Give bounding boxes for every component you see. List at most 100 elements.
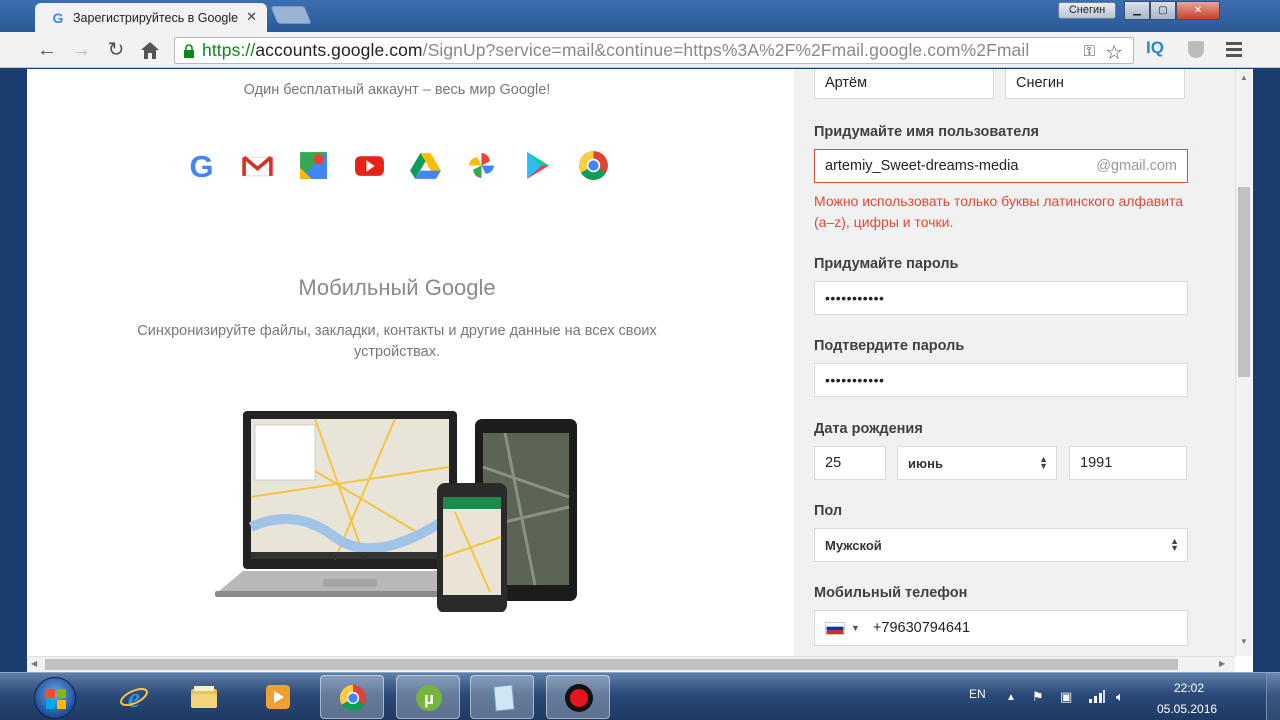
tray-expand-icon[interactable]: ▲ [1006, 692, 1016, 703]
phone-value: +79630794641 [872, 620, 971, 636]
taskbar-recorder[interactable] [546, 675, 610, 719]
birth-month-value: июнь [908, 455, 943, 471]
svg-text:G: G [189, 149, 213, 182]
birth-month-select[interactable]: июнь ▲ ▼ [897, 446, 1057, 480]
select-arrows-icon: ▲ ▼ [1039, 454, 1048, 471]
password-field[interactable]: ••••••••••• [814, 281, 1188, 315]
minimize-button[interactable]: ▁ [1124, 1, 1150, 20]
forward-arrow-icon[interactable]: → [70, 39, 92, 61]
birth-day-field[interactable]: 25 [814, 446, 886, 480]
close-window-button[interactable]: ✕ [1176, 1, 1220, 20]
select-arrows-icon: ▲ ▼ [1170, 536, 1179, 553]
youtube-icon [355, 156, 384, 176]
new-tab-button[interactable] [270, 6, 312, 24]
birth-day-value: 25 [825, 455, 842, 471]
maximize-button[interactable]: ▢ [1150, 1, 1176, 20]
address-url: https://accounts.google.com/SignUp?servi… [202, 40, 1030, 60]
taskbar-chrome[interactable] [320, 675, 384, 719]
iq-extension-icon[interactable]: IQ [1146, 38, 1164, 58]
tab-title: Зарегистрируйтесь в Google [73, 10, 239, 25]
country-caret-icon[interactable]: ▼ [851, 623, 860, 633]
network-signal-icon[interactable] [1088, 689, 1106, 703]
clock-date[interactable]: 05.05.2016 [1157, 702, 1217, 716]
svg-text:G: G [53, 10, 64, 26]
google-drive-icon [410, 153, 441, 179]
gmail-icon [242, 155, 273, 177]
first-name-value: Артём [825, 75, 868, 91]
scroll-left-arrow-icon[interactable]: ◀ [31, 659, 37, 668]
gender-label: Пол [814, 503, 843, 519]
confirm-password-label: Подтвердите пароль [814, 338, 965, 354]
taskbar-notepad[interactable] [470, 675, 534, 719]
birth-year-field[interactable]: 1991 [1069, 446, 1187, 480]
first-name-field[interactable]: Артём [814, 69, 994, 99]
username-error-message: Можно использовать только буквы латинско… [814, 193, 1184, 230]
google-search-icon: G [189, 149, 213, 182]
taskbar-media-player[interactable] [246, 675, 310, 719]
vertical-scroll-thumb[interactable] [1238, 187, 1250, 377]
tab-close-icon[interactable]: ✕ [246, 9, 257, 25]
phone-field[interactable]: ▼ +79630794641 [814, 610, 1188, 646]
volume-icon[interactable]: 🔈︎ [1116, 689, 1124, 705]
browser-titlebar: G Зарегистрируйтесь в Google ✕ Снегин ▁ … [0, 0, 1280, 32]
chrome-taskbar-icon [339, 684, 367, 712]
clock-time[interactable]: 22:02 [1174, 681, 1204, 695]
phone-label: Мобильный телефон [814, 585, 968, 601]
google-maps-icon [300, 152, 327, 179]
confirm-password-value: ••••••••••• [825, 372, 885, 388]
utorrent-icon: µ [416, 685, 442, 711]
key-icon[interactable]: ⚿ [1081, 43, 1095, 60]
reload-icon[interactable]: ↻ [105, 39, 127, 61]
birth-year-value: 1991 [1080, 455, 1113, 471]
bookmark-star-icon[interactable]: ☆ [1105, 40, 1123, 63]
taskbar-explorer[interactable] [172, 675, 236, 719]
svg-text:e: e [128, 683, 140, 712]
vertical-scrollbar[interactable]: ▲ ▼ [1235, 69, 1252, 656]
promo-column: Один бесплатный аккаунт – весь мир Googl… [27, 69, 783, 656]
address-bar[interactable]: https://accounts.google.com/SignUp?servi… [174, 37, 1134, 64]
devices-illustration [215, 411, 577, 612]
taskbar-utorrent[interactable]: µ [396, 675, 460, 719]
back-arrow-icon[interactable]: ← [36, 39, 58, 61]
browser-toolbar: ← → ↻ https://accounts.google.com/SignUp… [0, 32, 1280, 68]
page-viewport: Один бесплатный аккаунт – весь мир Googl… [27, 69, 1253, 672]
password-label: Придумайте пароль [814, 256, 959, 272]
username-field[interactable]: artemiy_Sweet-dreams-media @gmail.com [814, 149, 1188, 183]
start-button[interactable] [34, 677, 76, 719]
internet-explorer-icon: e [120, 683, 148, 712]
mobile-section-desc: Синхронизируйте файлы, закладки, контакт… [137, 323, 657, 360]
horizontal-scroll-thumb[interactable] [45, 659, 1178, 670]
username-label: Придумайте имя пользователя [814, 124, 1039, 140]
promo-tagline: Один бесплатный аккаунт – весь мир Googl… [243, 82, 551, 98]
russia-flag-icon[interactable] [825, 621, 845, 635]
confirm-password-field[interactable]: ••••••••••• [814, 363, 1188, 397]
menu-hamburger-icon[interactable] [1226, 42, 1242, 60]
device-icon[interactable]: ▣ [1060, 689, 1072, 705]
lock-icon [184, 43, 194, 58]
taskbar-internet-explorer[interactable]: e [102, 675, 166, 719]
pocket-extension-icon[interactable] [1188, 41, 1204, 58]
last-name-value: Снегин [1016, 75, 1064, 91]
scroll-up-arrow-icon[interactable]: ▲ [1240, 73, 1248, 82]
scroll-right-arrow-icon[interactable]: ▶ [1219, 659, 1225, 668]
chrome-icon [579, 151, 608, 180]
gender-value: Мужской [825, 537, 882, 553]
show-desktop-button[interactable] [1266, 673, 1280, 720]
gmail-suffix: @gmail.com [1096, 158, 1177, 174]
google-g-icon: G [53, 10, 64, 26]
home-icon[interactable] [140, 41, 160, 60]
language-indicator[interactable]: EN [969, 687, 986, 701]
last-name-field[interactable]: Снегин [1005, 69, 1185, 99]
browser-tab[interactable]: G Зарегистрируйтесь в Google ✕ [35, 3, 267, 32]
desktop: G Зарегистрируйтесь в Google ✕ Снегин ▁ … [0, 0, 1280, 720]
scroll-down-arrow-icon[interactable]: ▼ [1240, 637, 1248, 646]
mobile-section-title: Мобильный Google [298, 275, 496, 300]
signup-form: Артём Снегин Придумайте имя пользователя… [794, 69, 1239, 656]
windows-logo-icon [46, 689, 66, 709]
gender-select[interactable]: Мужской ▲ ▼ [814, 528, 1188, 562]
horizontal-scrollbar[interactable]: ◀ ▶ [27, 656, 1235, 672]
windows-taskbar: e µ EN ▲ ⚑ ▣ 🔈︎ 22:02 05.05.2016 [0, 672, 1280, 720]
google-photos-icon [469, 153, 494, 178]
profile-button[interactable]: Снегин [1058, 2, 1116, 19]
action-center-flag-icon[interactable]: ⚑ [1032, 689, 1044, 705]
